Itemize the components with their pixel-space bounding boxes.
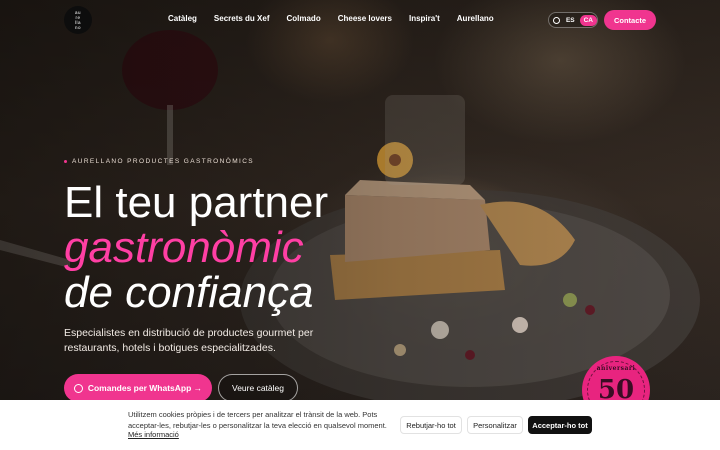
hero-eyebrow: AURELLANO PRODUCTES GASTRONÒMICS xyxy=(64,158,254,165)
whatsapp-order-button[interactable]: Comandes per WhatsApp → xyxy=(64,374,212,402)
bullet-icon xyxy=(64,160,67,163)
hero-title-line3: de confiança xyxy=(64,268,314,317)
hero-subtitle: Especialistes en distribució de producte… xyxy=(64,327,314,354)
hero-title-line2: gastronòmic xyxy=(64,223,304,272)
accept-all-button[interactable]: Acceptar-ho tot xyxy=(528,416,592,434)
customize-button[interactable]: Personalitzar xyxy=(467,416,523,434)
badge-word: aniversari xyxy=(596,365,636,372)
nav-item-cataleg[interactable]: Catàleg xyxy=(168,14,197,23)
cookie-more-info-link[interactable]: Més informació xyxy=(128,430,179,439)
logo-line: no xyxy=(74,25,81,30)
language-switcher: ES CA xyxy=(548,12,598,28)
lang-es[interactable]: ES xyxy=(566,17,575,24)
nav-item-colmado[interactable]: Colmado xyxy=(286,14,320,23)
globe-icon xyxy=(553,16,560,24)
cookie-banner: Utilitzem cookies pròpies i de tercers p… xyxy=(0,400,720,450)
hero-title: El teu partner gastronòmic de confiança xyxy=(64,180,328,315)
main-menu: Catàleg Secrets du Xef Colmado Cheese lo… xyxy=(168,14,511,23)
cookie-text: Utilitzem cookies pròpies i de tercers p… xyxy=(128,410,387,430)
whatsapp-label: Comandes per WhatsApp → xyxy=(87,383,203,393)
top-navigation: au re lla no Catàleg Secrets du Xef Colm… xyxy=(0,0,720,40)
nav-item-aurellano[interactable]: Aurellano xyxy=(457,14,494,23)
aurellano-logo[interactable]: au re lla no xyxy=(64,6,92,34)
lang-ca[interactable]: CA xyxy=(579,14,597,26)
chat-bubble-icon xyxy=(73,383,83,393)
view-catalog-button[interactable]: Veure catàleg xyxy=(218,374,298,402)
nav-item-cheese-lovers[interactable]: Cheese lovers xyxy=(338,14,392,23)
nav-item-secrets-du-xef[interactable]: Secrets du Xef xyxy=(214,14,270,23)
reject-all-button[interactable]: Rebutjar-ho tot xyxy=(400,416,462,434)
nav-item-inspirat[interactable]: Inspira't xyxy=(409,14,440,23)
contact-button[interactable]: Contacte xyxy=(604,10,656,30)
hero-title-line1: El teu partner xyxy=(64,178,329,227)
eyebrow-text: AURELLANO PRODUCTES GASTRONÒMICS xyxy=(72,158,255,165)
